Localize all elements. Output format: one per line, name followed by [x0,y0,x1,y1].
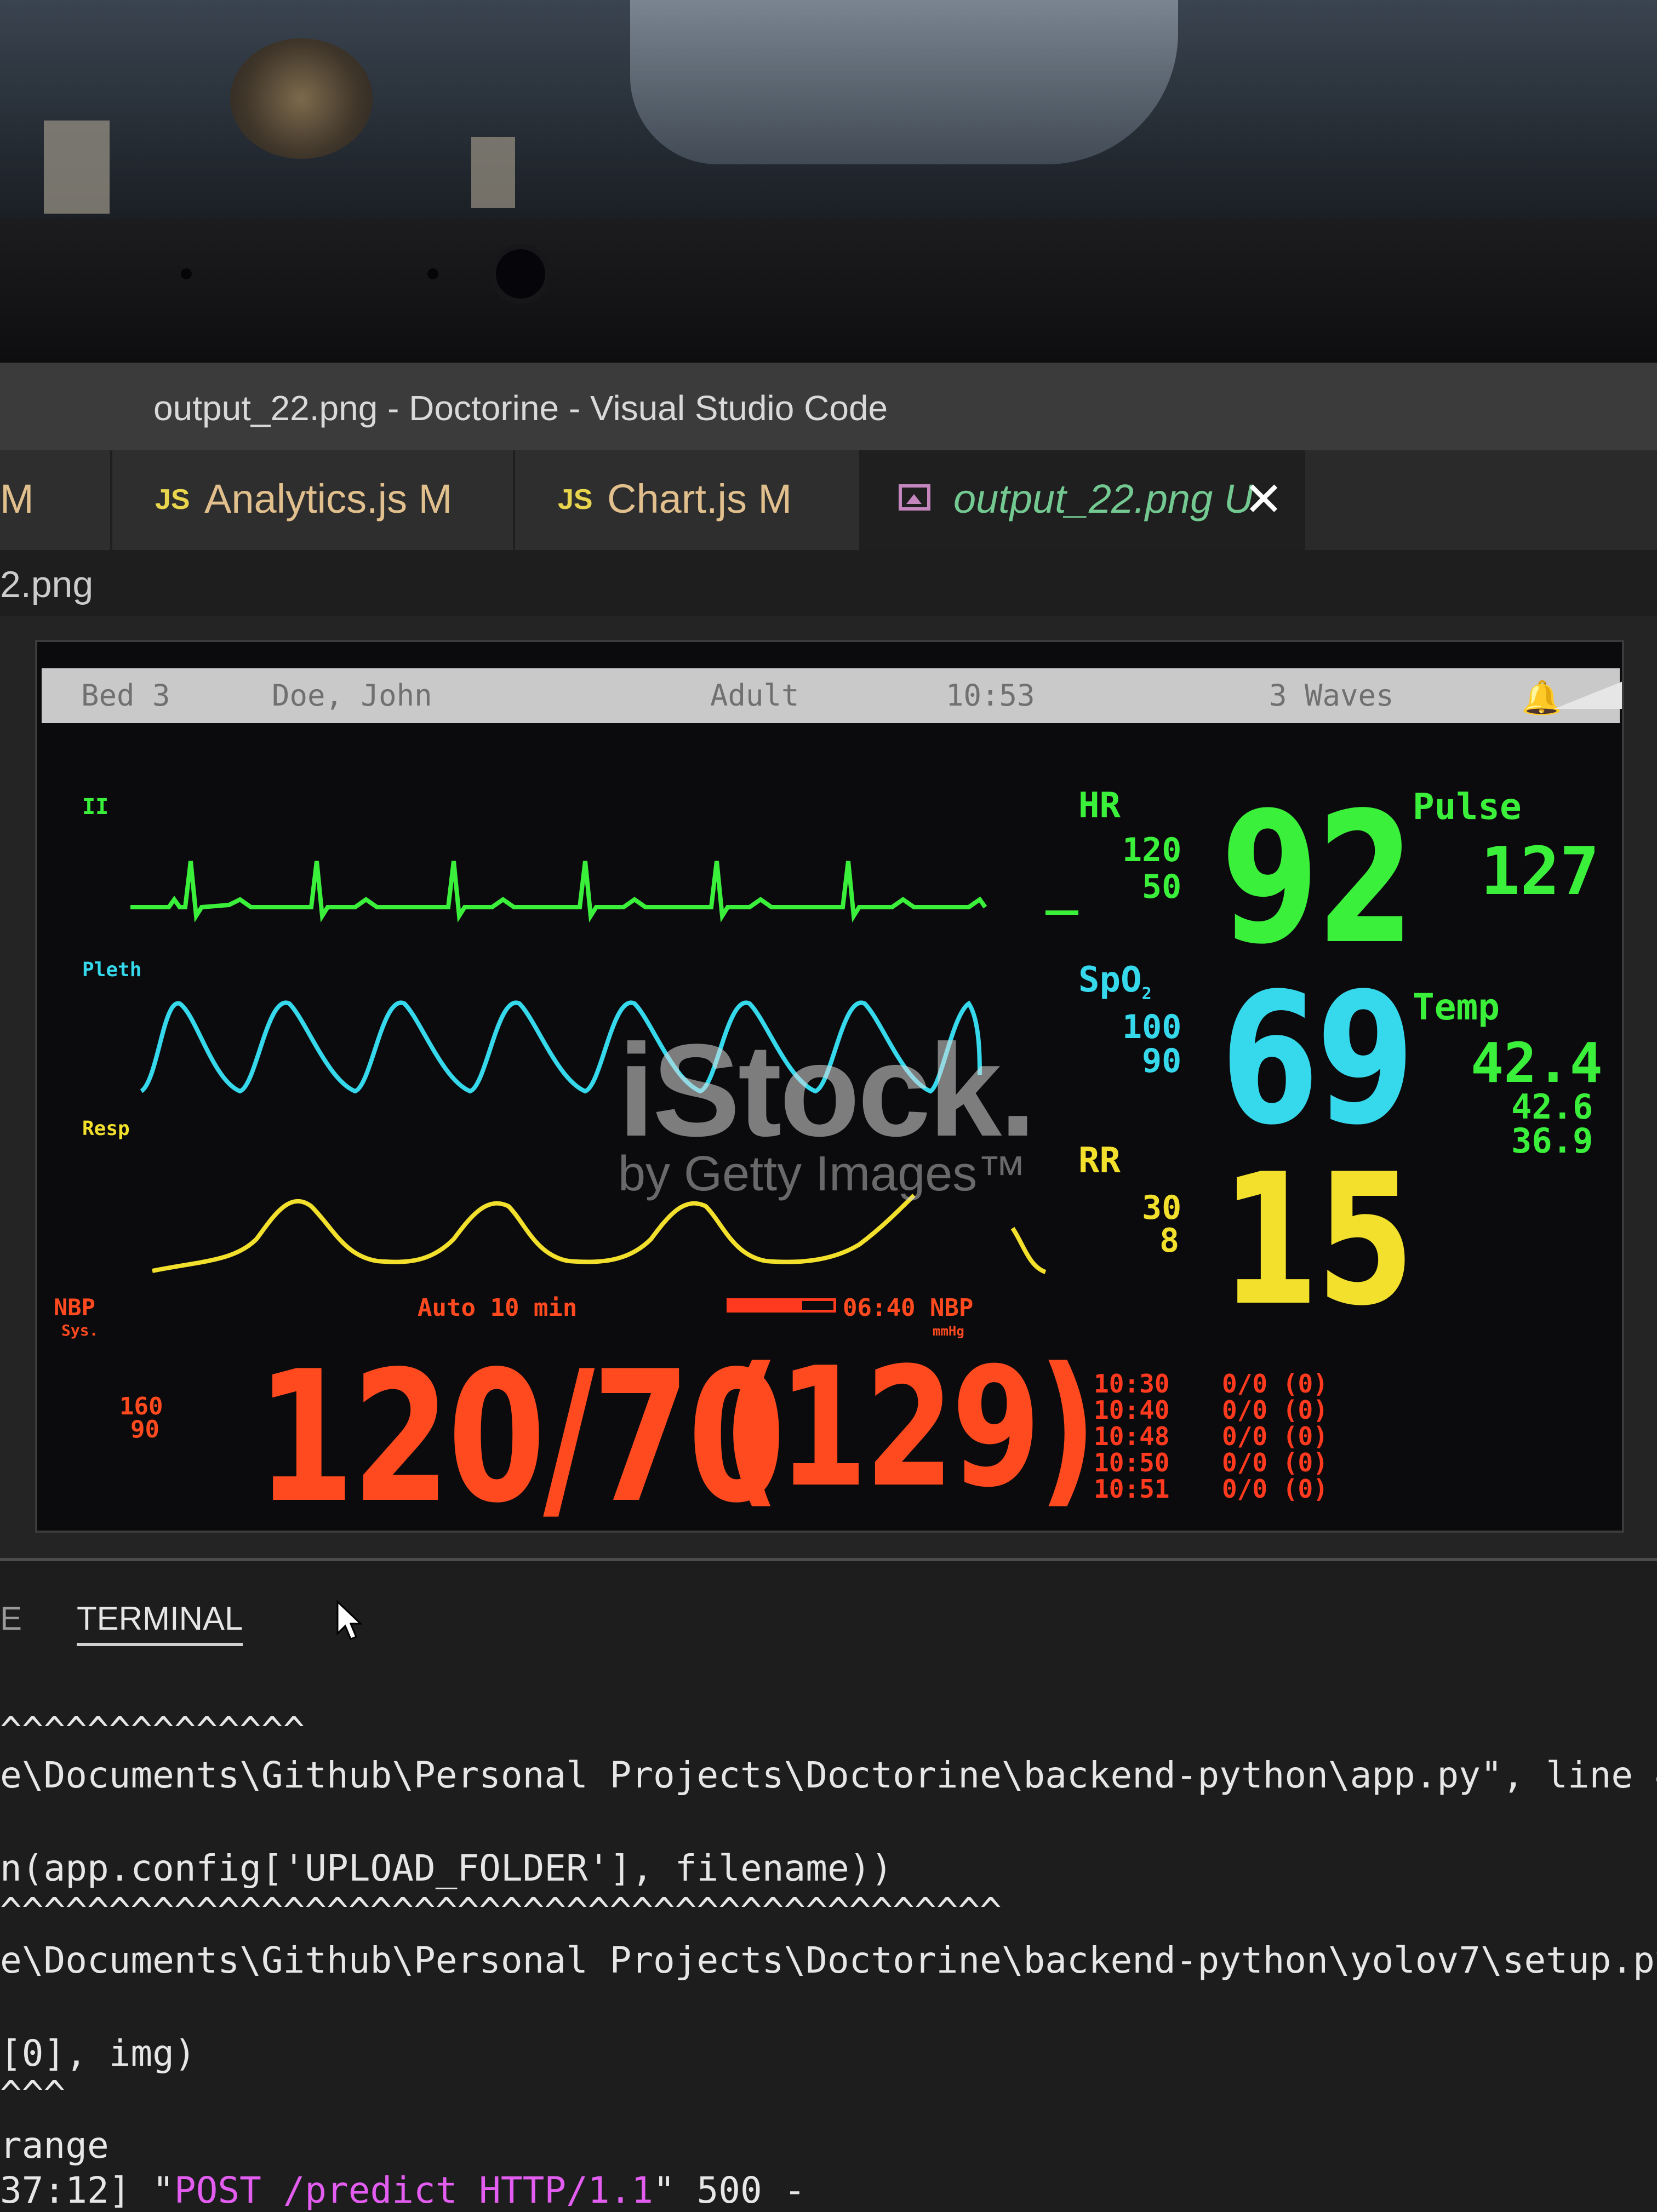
background-room-photo [0,0,1657,219]
bezel-sensor-icon [181,268,192,279]
nbp-cycle-progress [727,1298,836,1313]
nbp-history-times: 10:30 10:40 10:48 10:50 10:51 [1094,1371,1169,1502]
terminal-line: ^^^ [0,2073,66,2115]
resp-label: Resp [82,1118,130,1140]
nbp-history-value: 0/0 (0) [1222,1422,1328,1451]
spo2-limit-high: 100 [1122,1008,1182,1046]
tab-label: M [0,476,34,522]
pleth-label: Pleth [82,959,142,981]
nbp-history-time: 10:48 [1094,1422,1170,1451]
breadcrumb: 2.png [0,550,1657,616]
nbp-history-value: 0/0 (0) [1222,1395,1328,1425]
nbp-history-time: 10:51 [1094,1474,1170,1504]
spo2-value: 69 [1221,954,1415,1165]
hr-value: 92 [1221,773,1415,984]
nbp-cycle-progress-fill [729,1301,802,1310]
nbp-history-value: 0/0 (0) [1222,1474,1328,1504]
temp-value: 42.4 [1471,1031,1603,1095]
terminal-line: n(app.config['UPLOAD_FOLDER'], filename)… [0,1847,893,1889]
background-object [44,121,110,214]
nbp-history-time: 10:30 [1094,1369,1170,1399]
laptop-bezel [0,219,1657,363]
tab-chart-js[interactable]: JS Chart.js M [515,450,861,550]
terminal-line: [0], img) [0,2032,196,2075]
tab-label: Chart.js M [607,476,792,522]
pulse-value: 127 [1481,834,1599,910]
temp-limit-high: 42.6 [1511,1087,1593,1127]
ecg-lead-label: II [82,794,109,820]
temp-label: Temp [1413,986,1500,1028]
resp-waveform [152,1194,916,1273]
window-title: output_22.png - Doctorine - Visual Studi… [153,388,888,428]
terminal-line: e\Documents\Github\Personal Projects\Doc… [0,1939,1657,1981]
watermark-brand: iStock. [618,1017,1036,1164]
tab-label: Analytics.js M [204,476,453,522]
tab-terminal[interactable]: TERMINAL [77,1600,243,1646]
tab-analytics-js[interactable]: JS Analytics.js M [112,450,515,550]
resp-waveform-tail [1010,1227,1047,1274]
ecg-waveform [130,861,987,923]
nbp-history-values: 0/0 (0) 0/0 (0) 0/0 (0) 0/0 (0) 0/0 (0) [1222,1371,1328,1502]
temp-limit-low: 36.9 [1511,1121,1593,1161]
terminal-line: range [0,2124,109,2167]
spo2-label-text: SpO [1078,960,1142,1000]
image-file-icon [899,484,930,511]
nbp-label: NBP [54,1294,95,1321]
nbp-mean: (129) [722,1332,1097,1523]
js-icon: JS [558,484,593,515]
nbp-history-value: 0/0 (0) [1222,1369,1328,1399]
bezel-sensor-icon [427,268,438,279]
terminal-line: ^^^^^^^^^^^^^^ [0,1709,305,1751]
nbp-sys-label: Sys. [61,1321,99,1339]
tab-label: output_22.png U [953,476,1254,522]
webcam-icon [496,249,545,299]
panel-tab-partial[interactable]: E [0,1600,22,1637]
terminal-line: e\Documents\Github\Personal Projects\Doc… [0,1754,1657,1796]
watermark-byline: by Getty Images™ [618,1147,1027,1201]
background-object [471,137,515,208]
editor-tab-bar: M JS Analytics.js M JS Chart.js M output… [0,450,1657,550]
rr-value: 15 [1221,1135,1415,1345]
nbp-history-time: 10:50 [1094,1448,1170,1477]
patient-monitor-image: Bed 3 Doe, John Adult 10:53 3 Waves 🔔 II… [35,640,1624,1533]
nbp-timer: 06:40 NBP [843,1294,974,1322]
rr-limit-low: 8 [1159,1222,1180,1260]
nbp-history-value: 0/0 (0) [1222,1448,1328,1477]
js-icon: JS [155,484,190,515]
spo2-label: SpO2 [1078,960,1152,1004]
bottom-panel: E TERMINAL ^^^^^^^^^^^^^^ e\Documents\Gi… [0,1558,1657,2212]
terminal-status: " 500 - [653,2169,806,2211]
spo2-label-sub: 2 [1141,984,1152,1004]
mouse-pointer-icon [336,1600,363,1640]
background-object [230,38,373,159]
breadcrumb-file[interactable]: 2.png [0,563,93,606]
pulse-label: Pulse [1413,786,1522,828]
hr-label: HR [1078,786,1121,826]
nbp-auto-interval: Auto 10 min [418,1294,578,1322]
close-icon[interactable]: ✕ [1244,472,1283,527]
terminal-timestamp: 37:12] " [0,2169,174,2211]
rr-label: RR [1078,1141,1121,1181]
window-title-bar: output_22.png - Doctorine - Visual Studi… [0,363,1657,450]
spo2-limit-low: 90 [1142,1042,1182,1080]
nbp-history-time: 10:40 [1094,1395,1170,1425]
nbp-limit-low: 90 [130,1416,159,1443]
terminal-request-line: 37:12] "POST /predict HTTP/1.1" 500 - [0,2169,805,2211]
hr-limit-high: 120 [1122,831,1182,869]
terminal-line: ^^^^^^^^^^^^^^^^^^^^^^^^^^^^^^^^^^^^^^^^… [0,1890,1002,1932]
hr-limit-low: 50 [1142,868,1182,906]
tab-output-png[interactable]: output_22.png U ✕ [861,450,1305,550]
tab-partial[interactable]: M [0,450,112,550]
nbp-value: 120/70 [256,1332,786,1533]
terminal-request: POST /predict HTTP/1.1 [174,2169,654,2211]
background-pillow [630,0,1178,164]
